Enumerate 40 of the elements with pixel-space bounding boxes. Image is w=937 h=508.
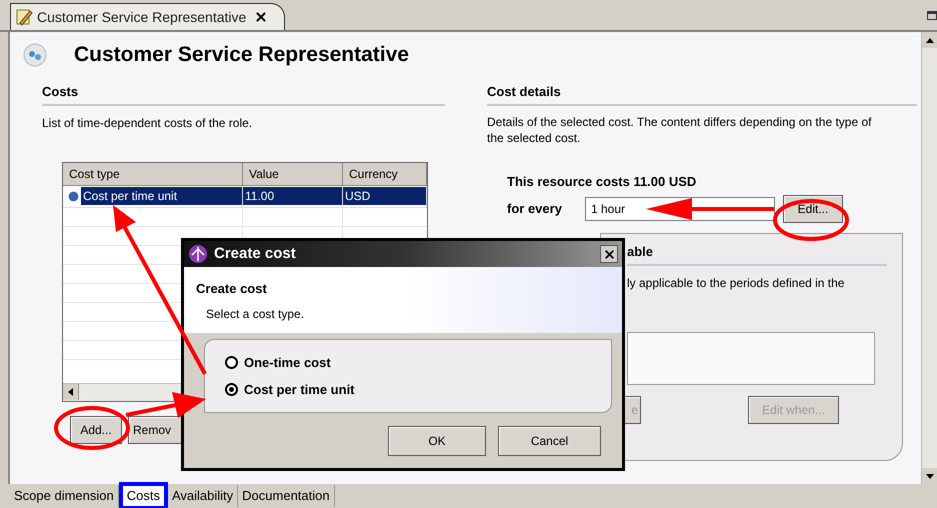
column-header[interactable]: Currency: [343, 162, 427, 186]
table-row[interactable]: Cost per time unit 11.00 USD: [63, 186, 427, 208]
field-label: for every: [507, 200, 563, 218]
ok-button[interactable]: OK: [388, 426, 486, 456]
close-icon[interactable]: [254, 10, 268, 24]
dialog-message: Select a cost type.: [206, 306, 306, 322]
maximize-icon[interactable]: [927, 11, 937, 20]
table-cell: Cost per time unit: [81, 187, 242, 205]
cancel-button[interactable]: Cancel: [498, 426, 601, 456]
editor-tab[interactable]: Customer Service Representative: [10, 3, 285, 30]
cost-summary: This resource costs 11.00 USD: [507, 172, 698, 190]
radio-button[interactable]: [225, 383, 238, 396]
radio-button[interactable]: [225, 356, 238, 369]
radio-option[interactable]: Cost per time unit: [225, 380, 355, 400]
close-icon: [602, 248, 616, 260]
add-button[interactable]: Add...: [70, 416, 122, 444]
table-cell: USD: [343, 187, 426, 205]
section-heading: able: [627, 242, 887, 266]
column-header[interactable]: Cost type: [63, 162, 243, 186]
section-description: List of time-dependent costs of the role.: [42, 114, 254, 132]
section-heading: Costs: [42, 82, 445, 106]
section-description: Details of the selected cost. The content differs depending on the type of the selected cost.: [487, 114, 872, 146]
compass-icon: [188, 244, 208, 264]
section-heading: Cost details: [487, 82, 917, 106]
page-tab[interactable]: Costs: [118, 482, 168, 508]
close-button[interactable]: [600, 245, 618, 263]
dialog-heading: Create cost: [196, 280, 268, 298]
pencil-icon: [15, 8, 33, 26]
table-cell: 11.00: [243, 187, 342, 205]
dialog-title: Create cost: [214, 244, 296, 264]
radio-option[interactable]: One-time cost: [225, 352, 331, 372]
text-area[interactable]: [627, 332, 875, 384]
role-icon: [22, 42, 48, 68]
page-title: Customer Service Representative: [74, 42, 409, 68]
vertical-scrollbar[interactable]: [921, 32, 937, 484]
section-description: ly applicable to the periods defined in the: [627, 274, 846, 292]
field-value: 1 hour: [591, 201, 626, 218]
editor-tab-title: Customer Service Representative: [37, 8, 246, 27]
period-field[interactable]: 1 hour: [585, 197, 775, 221]
column-header[interactable]: Value: [243, 162, 343, 186]
